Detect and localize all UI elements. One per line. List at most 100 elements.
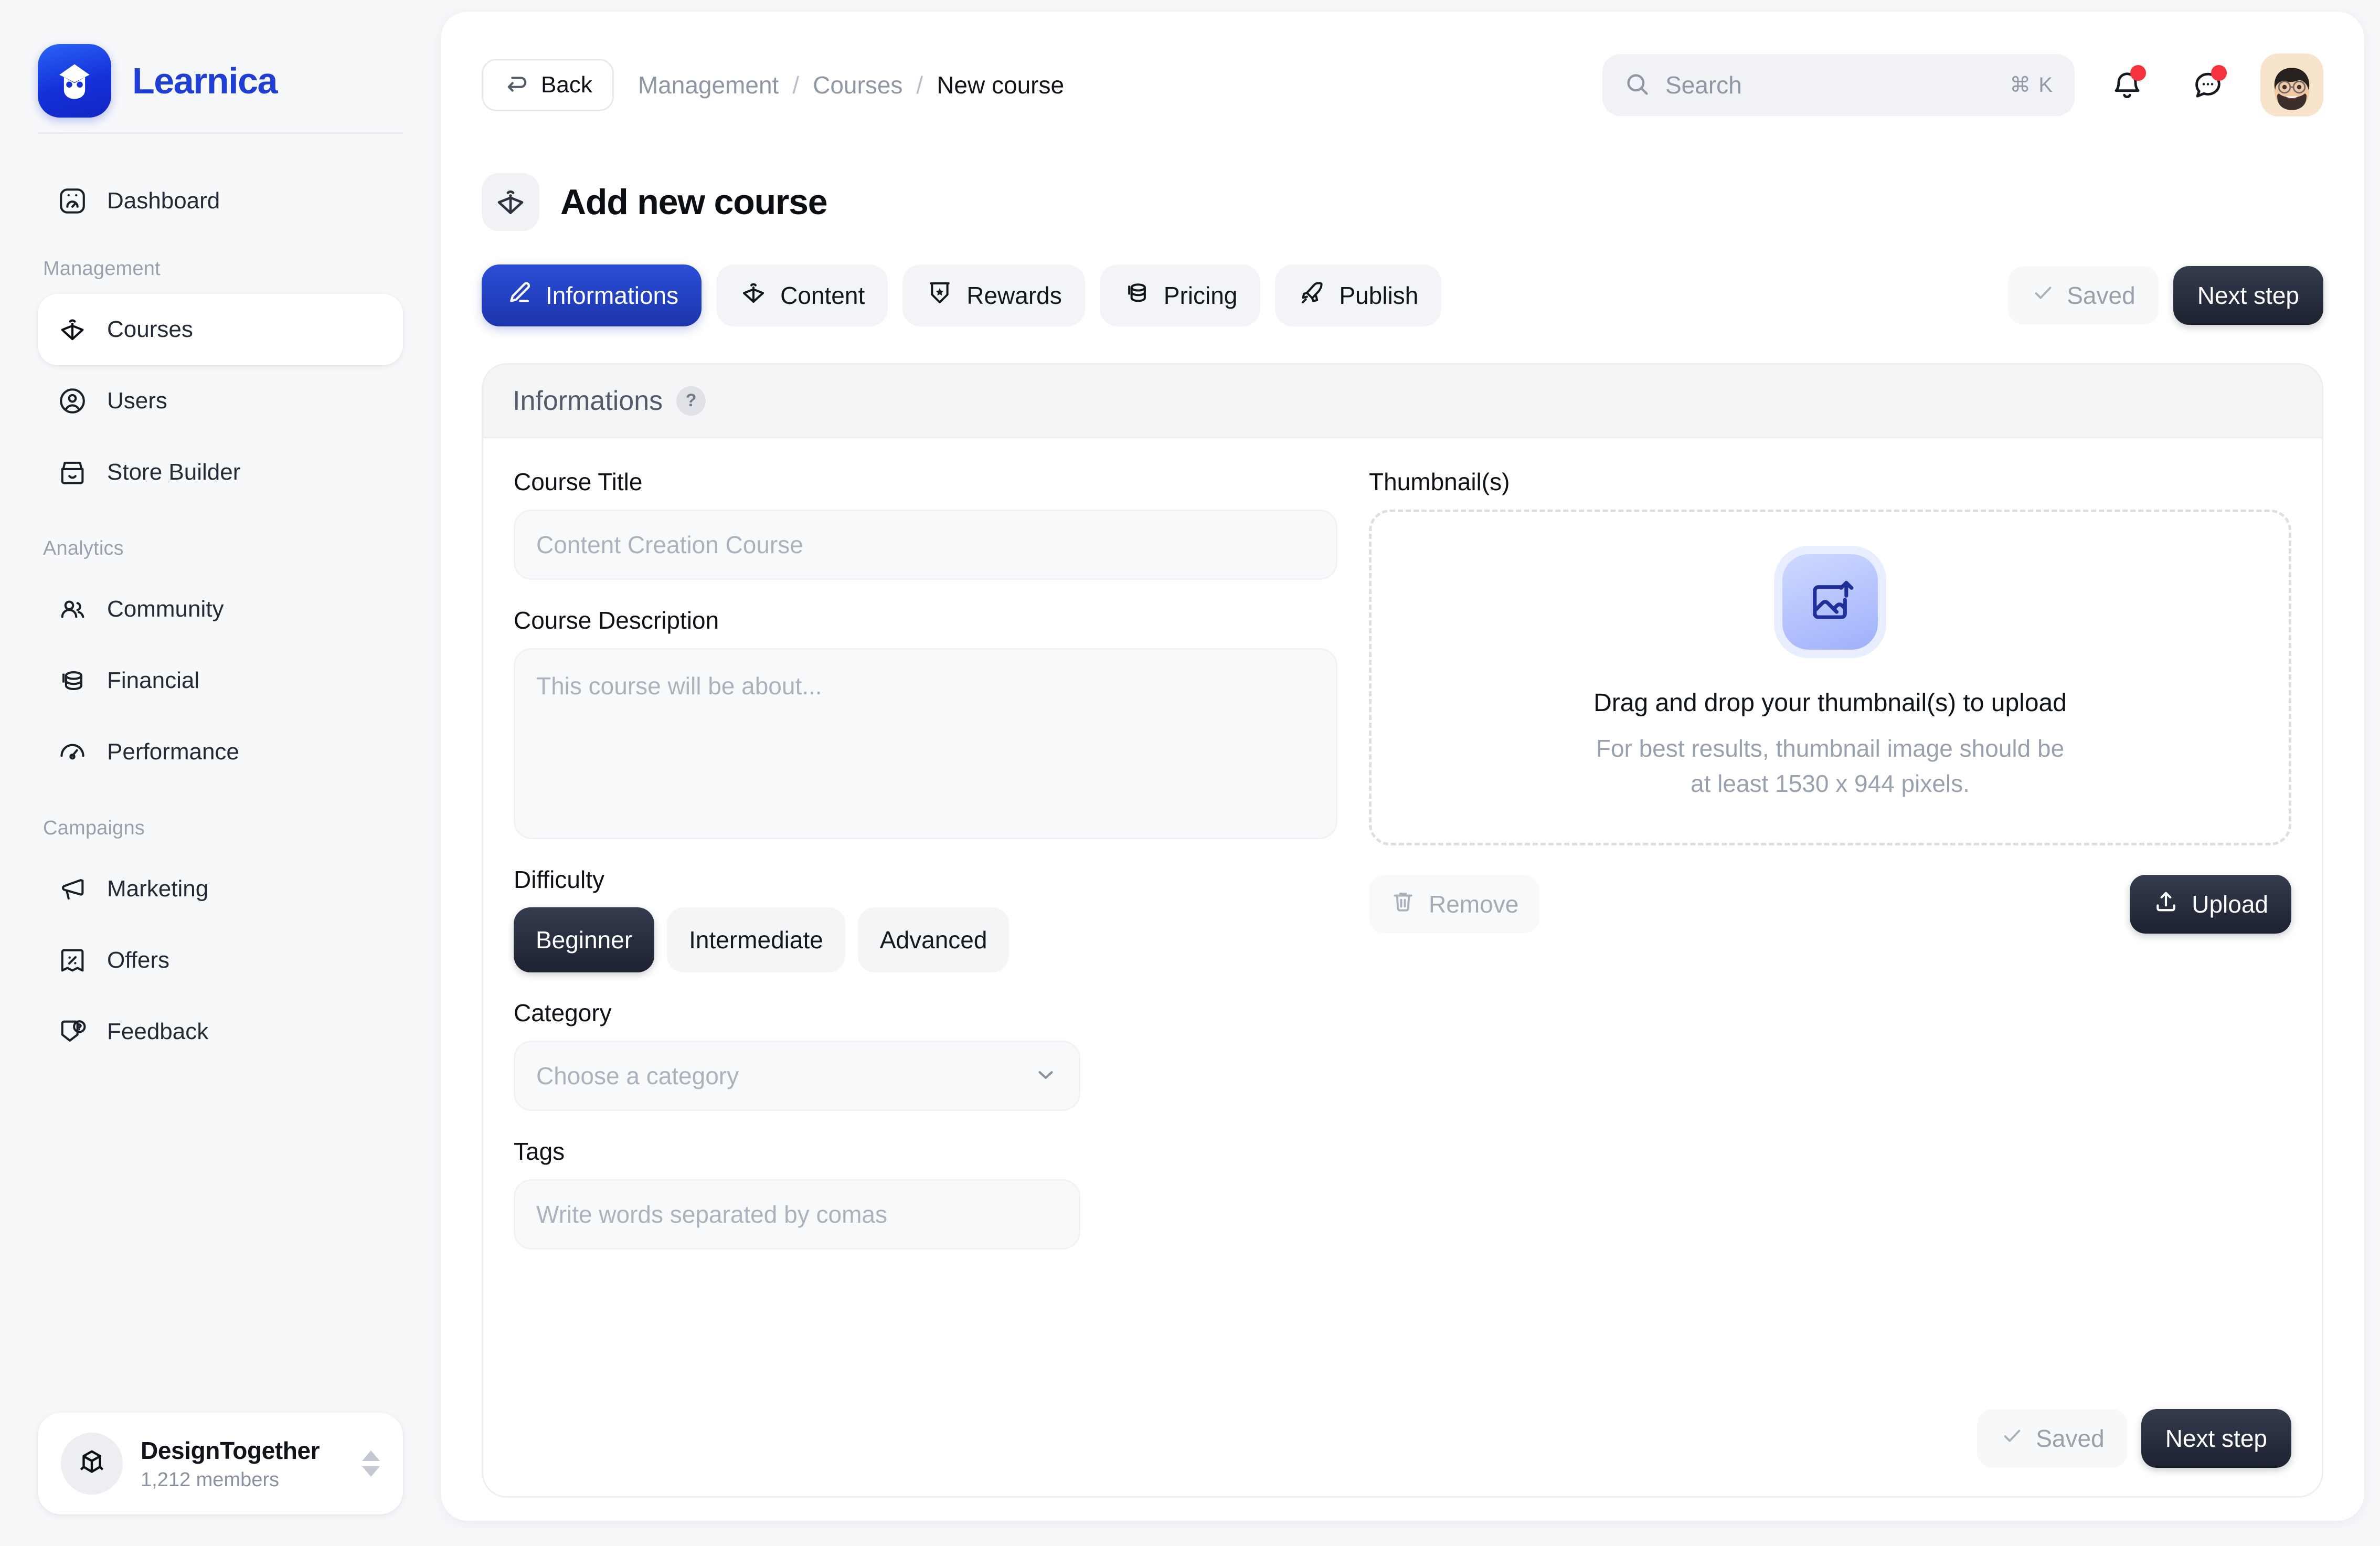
sidebar-item-marketing[interactable]: Marketing <box>38 853 403 925</box>
trash-icon <box>1390 888 1416 920</box>
sidebar-item-community[interactable]: Community <box>38 574 403 645</box>
next-step-label: Next step <box>2165 1425 2267 1452</box>
remove-label: Remove <box>1429 891 1519 918</box>
tags-label: Tags <box>514 1138 565 1165</box>
badge-star-icon <box>926 279 954 313</box>
workspace-name: DesignTogether <box>141 1436 320 1464</box>
content-area: Add new course Informations Content Rewa… <box>441 158 2364 1521</box>
tab-label: Rewards <box>966 282 1062 309</box>
thumbnail-actions: Remove Upload <box>1369 875 2291 934</box>
saved-status-bottom: Saved <box>1977 1409 2128 1468</box>
sidebar-item-users[interactable]: Users <box>38 365 403 437</box>
back-button[interactable]: Back <box>482 59 614 111</box>
tab-label: Informations <box>546 282 679 309</box>
breadcrumb-separator: / <box>916 71 923 99</box>
book-icon <box>739 279 768 313</box>
sidebar-item-financial[interactable]: Financial <box>38 645 403 716</box>
tab-publish[interactable]: Publish <box>1275 264 1442 326</box>
breadcrumb-item-courses[interactable]: Courses <box>813 71 902 99</box>
dashboard-icon <box>57 185 88 217</box>
messages-badge-dot <box>2211 65 2227 81</box>
page-title: Add new course <box>560 182 828 222</box>
avatar[interactable] <box>2260 54 2323 117</box>
tab-pricing[interactable]: Pricing <box>1099 264 1261 326</box>
upload-button[interactable]: Upload <box>2130 875 2291 934</box>
difficulty-option-beginner[interactable]: Beginner <box>514 907 655 972</box>
discount-tag-icon <box>57 945 88 976</box>
book-icon <box>482 173 539 231</box>
tab-content[interactable]: Content <box>716 264 888 326</box>
help-icon[interactable]: ? <box>676 386 706 416</box>
brand-name: Learnica <box>132 60 278 101</box>
saved-label: Saved <box>2036 1425 2105 1452</box>
thumbnail-dropzone[interactable]: Drag and drop your thumbnail(s) to uploa… <box>1369 510 2291 845</box>
course-title-input[interactable]: Content Creation Course <box>514 510 1337 580</box>
notifications-button[interactable] <box>2099 57 2155 113</box>
field-category: Category Choose a category <box>514 999 1337 1111</box>
sidebar-item-dashboard[interactable]: Dashboard <box>38 165 403 237</box>
feedback-question-icon <box>57 1016 88 1047</box>
sidebar-item-offers[interactable]: Offers <box>38 925 403 996</box>
workspace-switcher[interactable]: DesignTogether 1,212 members <box>38 1413 403 1515</box>
nav-section-label-analytics: Analytics <box>43 537 124 559</box>
course-title-placeholder: Content Creation Course <box>536 531 803 558</box>
search-placeholder: Search <box>1665 71 1742 99</box>
card-header: Informations ? <box>483 365 2322 438</box>
next-step-button-top[interactable]: Next step <box>2173 266 2323 325</box>
messages-button[interactable] <box>2180 57 2236 113</box>
main-panel: Back Management / Courses / New course S… <box>441 12 2364 1521</box>
check-icon <box>2000 1424 2024 1454</box>
search-input[interactable]: Search ⌘ K <box>1602 54 2075 116</box>
breadcrumb: Management / Courses / New course <box>638 71 1064 99</box>
sidebar-nav: Dashboard Management Courses Users Store… <box>38 134 403 1413</box>
card-header-title: Informations <box>513 385 663 416</box>
sidebar-item-performance[interactable]: Performance <box>38 716 403 788</box>
coins-stack-icon <box>1123 279 1151 313</box>
saved-label: Saved <box>2067 282 2135 309</box>
search-icon <box>1623 70 1651 100</box>
workspace-text: DesignTogether 1,212 members <box>141 1436 344 1491</box>
remove-thumbnail-button[interactable]: Remove <box>1369 875 1540 934</box>
form-column-left: Course Title Content Creation Course Cou… <box>514 468 1337 1409</box>
topbar: Back Management / Courses / New course S… <box>441 12 2364 158</box>
workspace-stepper[interactable] <box>362 1450 380 1477</box>
difficulty-option-intermediate[interactable]: Intermediate <box>667 907 845 972</box>
pencil-icon <box>505 279 533 313</box>
next-step-button-bottom[interactable]: Next step <box>2141 1409 2291 1468</box>
search-shortcut-hint: ⌘ K <box>2010 73 2054 97</box>
difficulty-option-advanced[interactable]: Advanced <box>857 907 1010 972</box>
tab-label: Pricing <box>1163 282 1238 309</box>
sidebar-item-store-builder[interactable]: Store Builder <box>38 437 403 508</box>
brand[interactable]: Learnica <box>38 0 403 132</box>
sidebar-item-label: Courses <box>107 316 193 342</box>
sidebar-item-feedback[interactable]: Feedback <box>38 996 403 1067</box>
breadcrumb-item-new-course: New course <box>937 71 1065 99</box>
store-icon <box>57 457 88 488</box>
card-body: Course Title Content Creation Course Cou… <box>483 438 2322 1409</box>
breadcrumb-item-management[interactable]: Management <box>638 71 779 99</box>
sidebar-item-label: Store Builder <box>107 459 241 485</box>
course-description-input[interactable]: This course will be about... <box>514 648 1337 839</box>
sidebar-item-label: Feedback <box>107 1019 209 1044</box>
chevron-down-icon[interactable] <box>362 1466 380 1477</box>
sidebar-item-courses[interactable]: Courses <box>38 294 403 365</box>
tabs: Informations Content Rewards Pricing Pub… <box>482 264 2323 363</box>
category-placeholder: Choose a category <box>536 1062 739 1089</box>
sidebar-item-label: Marketing <box>107 876 209 902</box>
dropzone-subtitle-line1: For best results, thumbnail image should… <box>1596 734 2065 762</box>
chevron-up-icon[interactable] <box>362 1450 380 1461</box>
chevron-down-icon <box>1034 1063 1058 1089</box>
breadcrumb-separator: / <box>792 71 800 99</box>
tab-rewards[interactable]: Rewards <box>902 264 1085 326</box>
category-select[interactable]: Choose a category <box>514 1041 1080 1111</box>
tags-input[interactable]: Write words separated by comas <box>514 1179 1080 1249</box>
sidebar-item-label: Dashboard <box>107 188 220 214</box>
difficulty-label: Difficulty <box>514 866 604 893</box>
tab-informations[interactable]: Informations <box>482 264 702 326</box>
dropzone-title: Drag and drop your thumbnail(s) to uploa… <box>1593 689 2067 717</box>
workspace-members: 1,212 members <box>141 1468 280 1491</box>
nav-group-main: Dashboard <box>38 165 403 237</box>
back-button-label: Back <box>541 72 592 98</box>
user-circle-icon <box>57 385 88 417</box>
course-description-label: Course Description <box>514 607 719 634</box>
